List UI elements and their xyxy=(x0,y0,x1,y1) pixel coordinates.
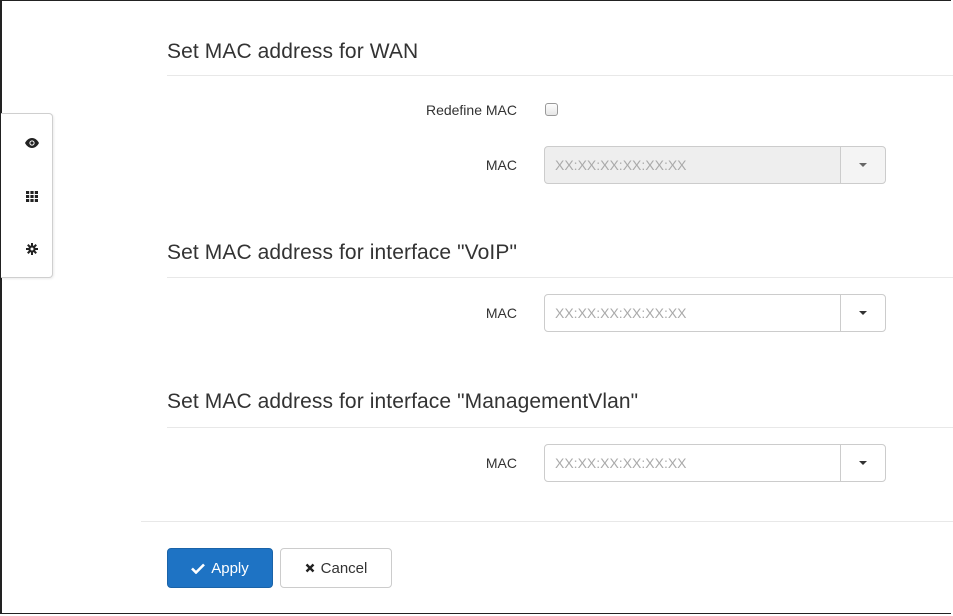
grid-icon[interactable] xyxy=(25,189,39,203)
chevron-down-icon xyxy=(859,163,867,167)
cancel-button[interactable]: Cancel xyxy=(280,548,392,588)
gear-icon[interactable] xyxy=(25,242,39,256)
check-icon xyxy=(191,563,206,574)
wan-mac-dropdown-button[interactable] xyxy=(840,146,886,184)
cancel-label: Cancel xyxy=(320,559,368,577)
managementvlan-mac-input[interactable] xyxy=(544,444,841,482)
wan-mac-input[interactable] xyxy=(544,146,841,184)
footer-divider xyxy=(141,521,953,522)
voip-mac-label: MAC xyxy=(485,305,517,321)
section-divider xyxy=(167,277,953,278)
section-title-voip: Set MAC address for interface "VoIP" xyxy=(167,241,517,264)
managementvlan-mac-label: MAC xyxy=(485,455,517,471)
redefine-mac-checkbox[interactable] xyxy=(545,103,558,116)
apply-label: Apply xyxy=(211,559,249,577)
apply-button[interactable]: Apply xyxy=(167,548,273,588)
chevron-down-icon xyxy=(859,311,867,315)
redefine-mac-label: Redefine MAC xyxy=(425,102,517,118)
close-icon xyxy=(305,563,314,573)
side-toolbar xyxy=(1,113,53,278)
section-divider xyxy=(167,75,953,76)
voip-mac-input[interactable] xyxy=(544,294,841,332)
wan-mac-label: MAC xyxy=(485,157,517,173)
managementvlan-mac-dropdown-button[interactable] xyxy=(840,444,886,482)
section-divider xyxy=(167,427,953,428)
section-title-wan: Set MAC address for WAN xyxy=(167,40,419,63)
voip-mac-dropdown-button[interactable] xyxy=(840,294,886,332)
chevron-down-icon xyxy=(859,461,867,465)
eye-icon[interactable] xyxy=(25,136,39,150)
section-title-managementvlan: Set MAC address for interface "Managemen… xyxy=(167,390,639,413)
